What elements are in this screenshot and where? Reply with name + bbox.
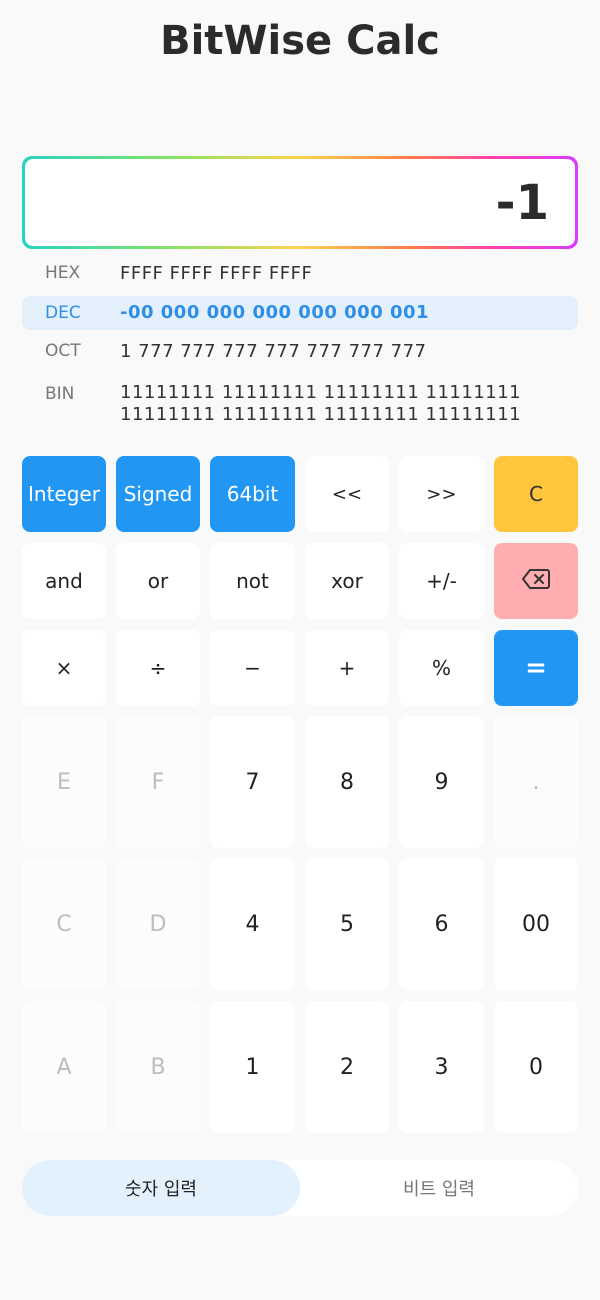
oct-label: OCT — [45, 341, 81, 361]
shift-left-button[interactable]: << — [305, 456, 389, 532]
digit-3-button[interactable]: 3 — [399, 1001, 484, 1133]
bin-line-1: 11111111 11111111 11111111 11111111 — [120, 382, 522, 403]
digit-4-button[interactable]: 4 — [210, 858, 295, 990]
or-button[interactable]: or — [116, 543, 200, 619]
bin-label: BIN — [45, 384, 75, 404]
negate-button[interactable]: +/- — [399, 543, 484, 619]
app-title: BitWise Calc — [160, 18, 440, 64]
plus-button[interactable]: + — [305, 630, 389, 706]
integer-mode-button[interactable]: Integer — [22, 456, 106, 532]
hex-a-button[interactable]: A — [22, 1001, 106, 1133]
minus-button[interactable]: − — [210, 630, 295, 706]
hex-d-button[interactable]: D — [116, 858, 200, 990]
oct-row[interactable]: OCT 1 777 777 777 777 777 777 777 — [22, 336, 578, 368]
bin-line-2: 11111111 11111111 11111111 11111111 — [120, 404, 522, 425]
clear-button[interactable]: C — [494, 456, 578, 532]
hex-value: FFFF FFFF FFFF FFFF — [120, 263, 313, 284]
double-zero-button[interactable]: 00 — [494, 858, 578, 990]
dec-label: DEC — [45, 303, 81, 323]
digit-6-button[interactable]: 6 — [399, 858, 484, 990]
display-frame: -1 — [22, 156, 578, 249]
not-button[interactable]: not — [210, 543, 295, 619]
equals-button[interactable]: = — [494, 630, 578, 706]
signed-mode-button[interactable]: Signed — [116, 456, 200, 532]
shift-right-button[interactable]: >> — [399, 456, 484, 532]
digit-2-button[interactable]: 2 — [305, 1001, 389, 1133]
xor-button[interactable]: xor — [305, 543, 389, 619]
digit-8-button[interactable]: 8 — [305, 716, 389, 848]
hex-f-button[interactable]: F — [116, 716, 200, 848]
decimal-point-button[interactable]: . — [494, 716, 578, 848]
percent-button[interactable]: % — [399, 630, 484, 706]
bit-width-button[interactable]: 64bit — [210, 456, 295, 532]
bin-row[interactable]: BIN 11111111 11111111 11111111 11111111 … — [22, 378, 578, 432]
hex-e-button[interactable]: E — [22, 716, 106, 848]
hex-c-button[interactable]: C — [22, 858, 106, 990]
oct-value: 1 777 777 777 777 777 777 777 — [120, 341, 427, 362]
digit-9-button[interactable]: 9 — [399, 716, 484, 848]
and-button[interactable]: and — [22, 543, 106, 619]
hex-row[interactable]: HEX FFFF FFFF FFFF FFFF — [22, 258, 578, 290]
tab-number-input[interactable]: 숫자 입력 — [22, 1160, 300, 1216]
bin-value: 11111111 11111111 11111111 11111111 1111… — [120, 382, 521, 426]
backspace-button[interactable] — [494, 543, 578, 619]
input-mode-tabs: 숫자 입력 비트 입력 — [22, 1160, 578, 1216]
hex-label: HEX — [45, 263, 81, 283]
digit-5-button[interactable]: 5 — [305, 858, 389, 990]
dec-value: -00 000 000 000 000 000 001 — [120, 302, 430, 323]
dec-row[interactable]: DEC -00 000 000 000 000 000 001 — [22, 296, 578, 330]
divide-button[interactable]: ÷ — [116, 630, 200, 706]
hex-b-button[interactable]: B — [116, 1001, 200, 1133]
digit-0-button[interactable]: 0 — [494, 1001, 578, 1133]
digit-7-button[interactable]: 7 — [210, 716, 295, 848]
multiply-button[interactable]: × — [22, 630, 106, 706]
digit-1-button[interactable]: 1 — [210, 1001, 295, 1133]
result-display: -1 — [25, 159, 575, 246]
backspace-icon — [522, 568, 550, 594]
tab-bit-input[interactable]: 비트 입력 — [300, 1160, 578, 1216]
